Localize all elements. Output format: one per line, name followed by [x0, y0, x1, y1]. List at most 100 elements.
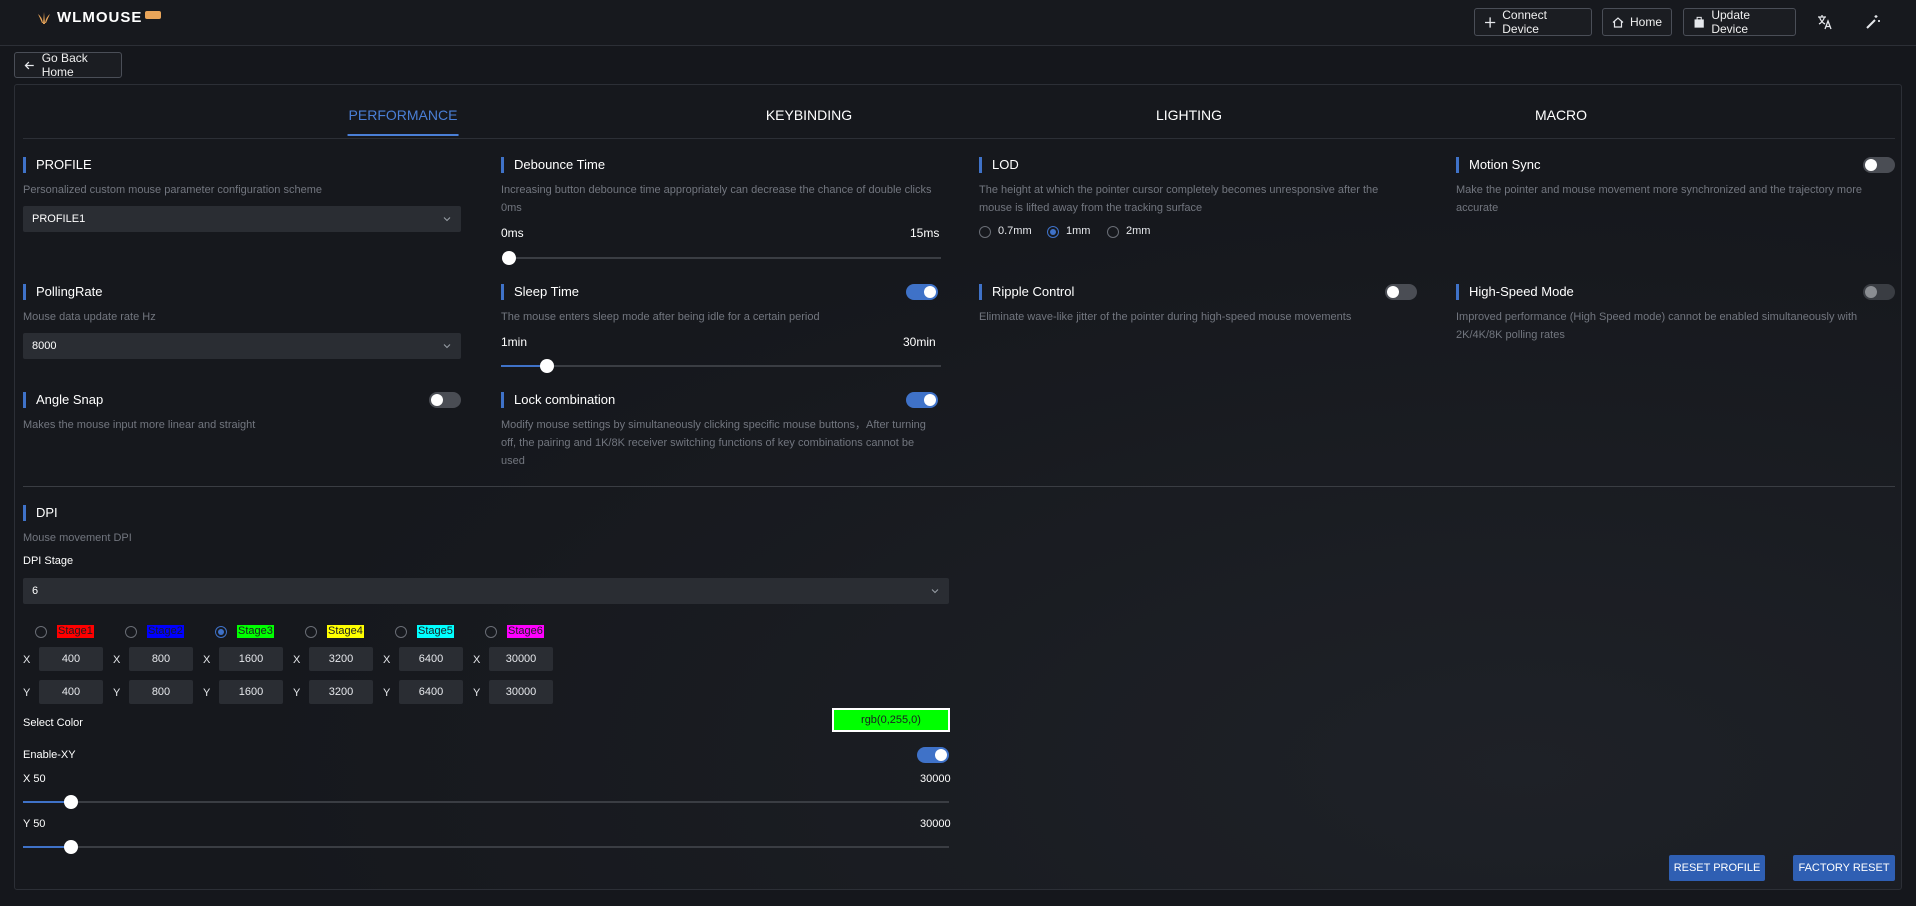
profile-section: PROFILE Personalized custom mouse parame… [23, 157, 463, 199]
stage2-radio[interactable] [125, 626, 137, 638]
lod-title: LOD [979, 157, 1419, 173]
magic-wand-icon[interactable] [1864, 13, 1882, 31]
high-speed-desc-line1: Improved performance (High Speed mode) c… [1456, 311, 1858, 323]
ripple-control-title: Ripple Control [979, 284, 1419, 300]
slider-thumb[interactable] [63, 840, 78, 854]
package-icon [1694, 16, 1704, 28]
lock-combination-desc-line1: Modify mouse settings by simultaneously … [501, 419, 926, 431]
stage3-x-input[interactable]: 1600 [219, 647, 283, 671]
stage1-x-input[interactable]: 400 [39, 647, 103, 671]
profile-select-value: PROFILE1 [32, 213, 86, 225]
stage1-radio[interactable] [35, 626, 47, 638]
motion-sync-toggle[interactable] [1863, 157, 1895, 173]
lod-radio-0-7mm[interactable] [979, 226, 991, 238]
dpi-x-slider[interactable] [23, 795, 949, 809]
debounce-desc: Increasing button debounce time appropri… [501, 181, 941, 217]
stage2-tag: Stage2 [147, 625, 184, 638]
stage1-y-input[interactable]: 400 [39, 680, 103, 704]
lod-desc-line1: The height at which the pointer cursor c… [979, 184, 1379, 196]
select-color-label: Select Color [23, 717, 83, 729]
ripple-control-toggle[interactable] [1385, 284, 1417, 300]
motion-sync-desc-line1: Make the pointer and mouse movement more… [1456, 184, 1862, 196]
x-label: X [23, 654, 31, 666]
dpi-stage-select[interactable]: 6 [23, 578, 949, 604]
sleep-min-label: 1min [501, 335, 528, 349]
stage5-radio[interactable] [395, 626, 407, 638]
sleep-time-slider[interactable] [501, 359, 941, 373]
update-device-button[interactable]: Update Device [1683, 8, 1796, 36]
stage3-y-input[interactable]: 1600 [219, 680, 283, 704]
stage6-y-input[interactable]: 30000 [489, 680, 553, 704]
high-speed-section: High-Speed Mode Improved performance (Hi… [1456, 284, 1896, 344]
arrow-left-icon [24, 61, 34, 69]
lod-desc: The height at which the pointer cursor c… [979, 181, 1419, 217]
reset-profile-button[interactable]: RESET PROFILE [1669, 855, 1765, 881]
lock-combination-toggle[interactable] [906, 392, 938, 408]
x-slider-max-label: 30000 [920, 773, 951, 785]
debounce-desc-line2: 0ms [501, 202, 522, 214]
slider-track [501, 365, 941, 367]
lock-combination-section: Lock combination Modify mouse settings b… [501, 392, 941, 470]
debounce-slider[interactable] [502, 251, 941, 265]
factory-reset-button[interactable]: FACTORY RESET [1793, 855, 1895, 881]
toggle-knob [1865, 159, 1877, 171]
toggle-knob [431, 394, 443, 406]
high-speed-title: High-Speed Mode [1456, 284, 1896, 300]
y-label: Y [293, 687, 301, 699]
slider-thumb[interactable] [63, 795, 78, 809]
stage3-radio[interactable] [215, 626, 227, 638]
debounce-desc-line1: Increasing button debounce time appropri… [501, 184, 932, 196]
stage2-y-input[interactable]: 800 [129, 680, 193, 704]
tab-lighting[interactable]: LIGHTING [1156, 107, 1222, 123]
ripple-control-section: Ripple Control Eliminate wave-like jitte… [979, 284, 1419, 326]
high-speed-toggle[interactable] [1863, 284, 1895, 300]
slider-thumb[interactable] [502, 251, 516, 265]
home-button[interactable]: Home [1602, 8, 1672, 36]
brand-badge [145, 10, 162, 19]
sleep-time-toggle[interactable] [906, 284, 938, 300]
lock-combination-desc: Modify mouse settings by simultaneously … [501, 416, 941, 470]
angle-snap-toggle[interactable] [429, 392, 461, 408]
connect-device-button[interactable]: Connect Device [1474, 8, 1592, 36]
toggle-knob [1865, 286, 1877, 298]
dpi-stage-label: DPI Stage [23, 555, 74, 567]
stage4-radio[interactable] [305, 626, 317, 638]
profile-select[interactable]: PROFILE1 [23, 206, 461, 232]
enable-xy-label: Enable-XY [23, 749, 76, 761]
slider-thumb[interactable] [539, 359, 554, 373]
stage6-x-input[interactable]: 30000 [489, 647, 553, 671]
stage6-radio[interactable] [485, 626, 497, 638]
stage4-x-input[interactable]: 3200 [309, 647, 373, 671]
dpi-stage-value: 6 [32, 585, 39, 597]
stage2-x-input[interactable]: 800 [129, 647, 193, 671]
dpi-y-slider[interactable] [23, 840, 949, 854]
tab-performance[interactable]: PERFORMANCE [347, 107, 459, 136]
stage4-y-input[interactable]: 3200 [309, 680, 373, 704]
lod-radio-2mm[interactable] [1107, 226, 1119, 238]
x-label: X [473, 654, 481, 666]
tab-keybinding[interactable]: KEYBINDING [766, 107, 852, 123]
high-speed-desc: Improved performance (High Speed mode) c… [1456, 308, 1896, 344]
lock-combination-desc-line2: off, the pairing and 1K/8K receiver swit… [501, 437, 915, 449]
polling-rate-title: PollingRate [23, 284, 463, 300]
brand-logo[interactable]: WLMOUSE [36, 9, 162, 26]
translate-icon[interactable] [1816, 13, 1834, 31]
sleep-time-section: Sleep Time The mouse enters sleep mode a… [501, 284, 941, 326]
lod-label-2mm: 2mm [1126, 225, 1151, 237]
enable-xy-toggle[interactable] [917, 747, 949, 763]
color-picker-swatch[interactable]: rgb(0,255,0) [832, 708, 950, 732]
motion-sync-desc: Make the pointer and mouse movement more… [1456, 181, 1896, 217]
debounce-min-label: 0ms [501, 226, 524, 240]
stage5-x-input[interactable]: 6400 [399, 647, 463, 671]
go-back-home-button[interactable]: Go Back Home [14, 51, 122, 79]
polling-rate-select[interactable]: 8000 [23, 333, 461, 359]
update-device-label: Update Device [1711, 8, 1751, 36]
section-divider [23, 486, 1895, 487]
stage5-y-input[interactable]: 6400 [399, 680, 463, 704]
x-label: X [383, 654, 391, 666]
tab-macro[interactable]: MACRO [1535, 107, 1587, 123]
lock-combination-title: Lock combination [501, 392, 941, 408]
stage6-tag: Stage6 [507, 625, 544, 638]
angle-snap-desc: Makes the mouse input more linear and st… [23, 419, 256, 431]
lod-radio-1mm[interactable] [1047, 226, 1059, 238]
